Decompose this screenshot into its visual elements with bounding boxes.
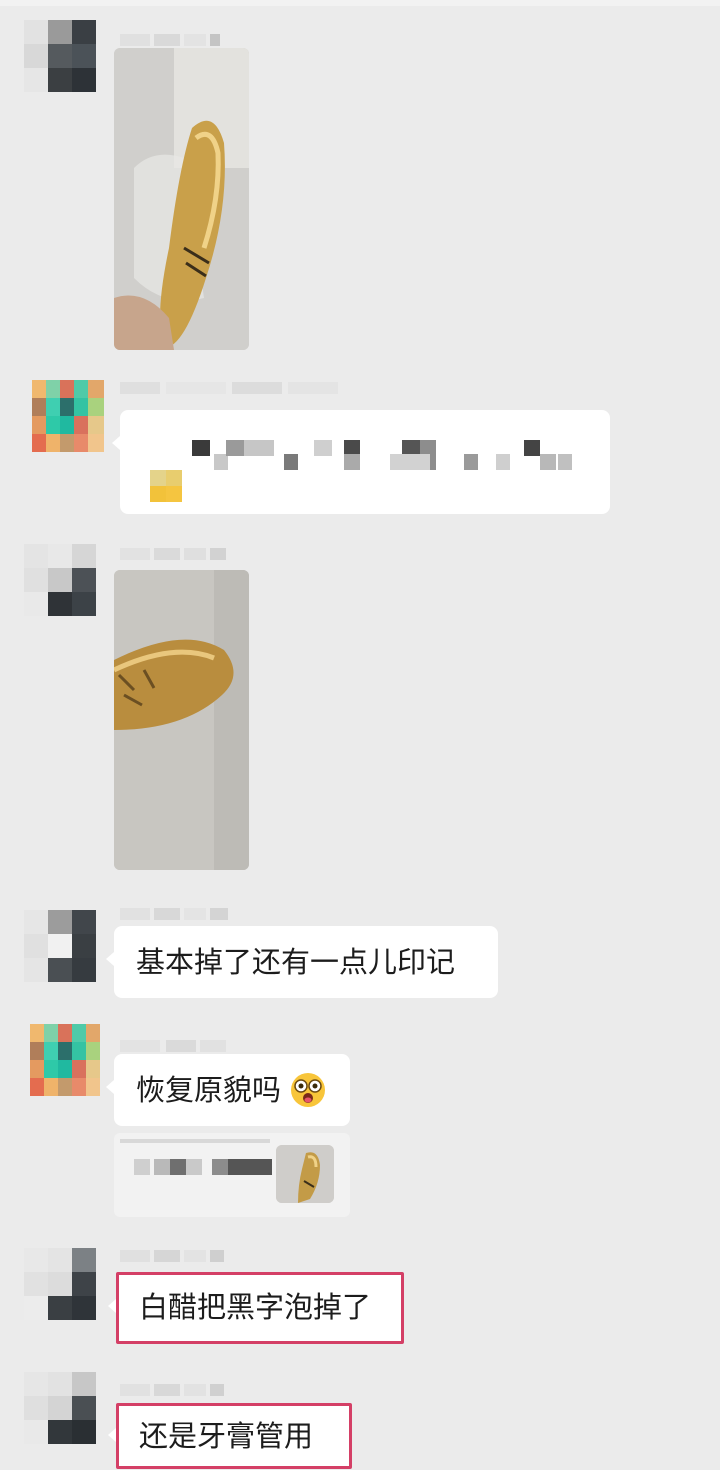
avatar[interactable] (24, 1248, 96, 1320)
sender-name-blurred (120, 1384, 230, 1396)
avatar[interactable] (24, 910, 96, 982)
sender-name-blurred (120, 908, 230, 920)
message-text: 白醋把黑字泡掉了 (139, 1290, 372, 1324)
sender-name-blurred (120, 1250, 230, 1262)
quote-thumbnail (276, 1145, 334, 1203)
message-text: 还是牙膏管用 (139, 1419, 314, 1453)
message-bubble[interactable]: 基本掉了还有一点儿印记 (106, 926, 498, 998)
message-bubble[interactable]: 恢复原貌吗 (106, 1054, 350, 1126)
message-text: 基本掉了还有一点儿印记 (136, 945, 456, 979)
avatar[interactable] (24, 1372, 96, 1444)
message-bubble-blurred[interactable] (112, 410, 610, 514)
emoji-blurred-icon (150, 470, 182, 502)
message-text: 恢复原貌吗 (136, 1073, 282, 1107)
surprised-face-emoji-icon (291, 1073, 325, 1107)
avatar[interactable] (24, 20, 96, 92)
blurred-text (180, 440, 580, 470)
quote-text-blurred (134, 1159, 274, 1175)
photo-message[interactable] (114, 570, 249, 870)
sender-name-blurred (120, 382, 340, 394)
message-bubble-highlighted[interactable]: 还是牙膏管用 (108, 1403, 352, 1469)
sender-name-blurred (120, 1040, 230, 1052)
message-bubble-highlighted[interactable]: 白醋把黑字泡掉了 (108, 1272, 404, 1344)
photo-message[interactable] (114, 48, 249, 350)
top-divider (0, 0, 720, 6)
gold-spoon-photo (114, 48, 249, 350)
avatar[interactable] (30, 1024, 102, 1096)
sender-name-blurred (120, 34, 230, 46)
sender-name-blurred (120, 548, 230, 560)
avatar[interactable] (32, 380, 104, 452)
quoted-reply[interactable] (114, 1133, 350, 1217)
avatar[interactable] (24, 544, 96, 616)
gold-spoon-photo (114, 570, 249, 870)
quote-divider (120, 1139, 270, 1143)
